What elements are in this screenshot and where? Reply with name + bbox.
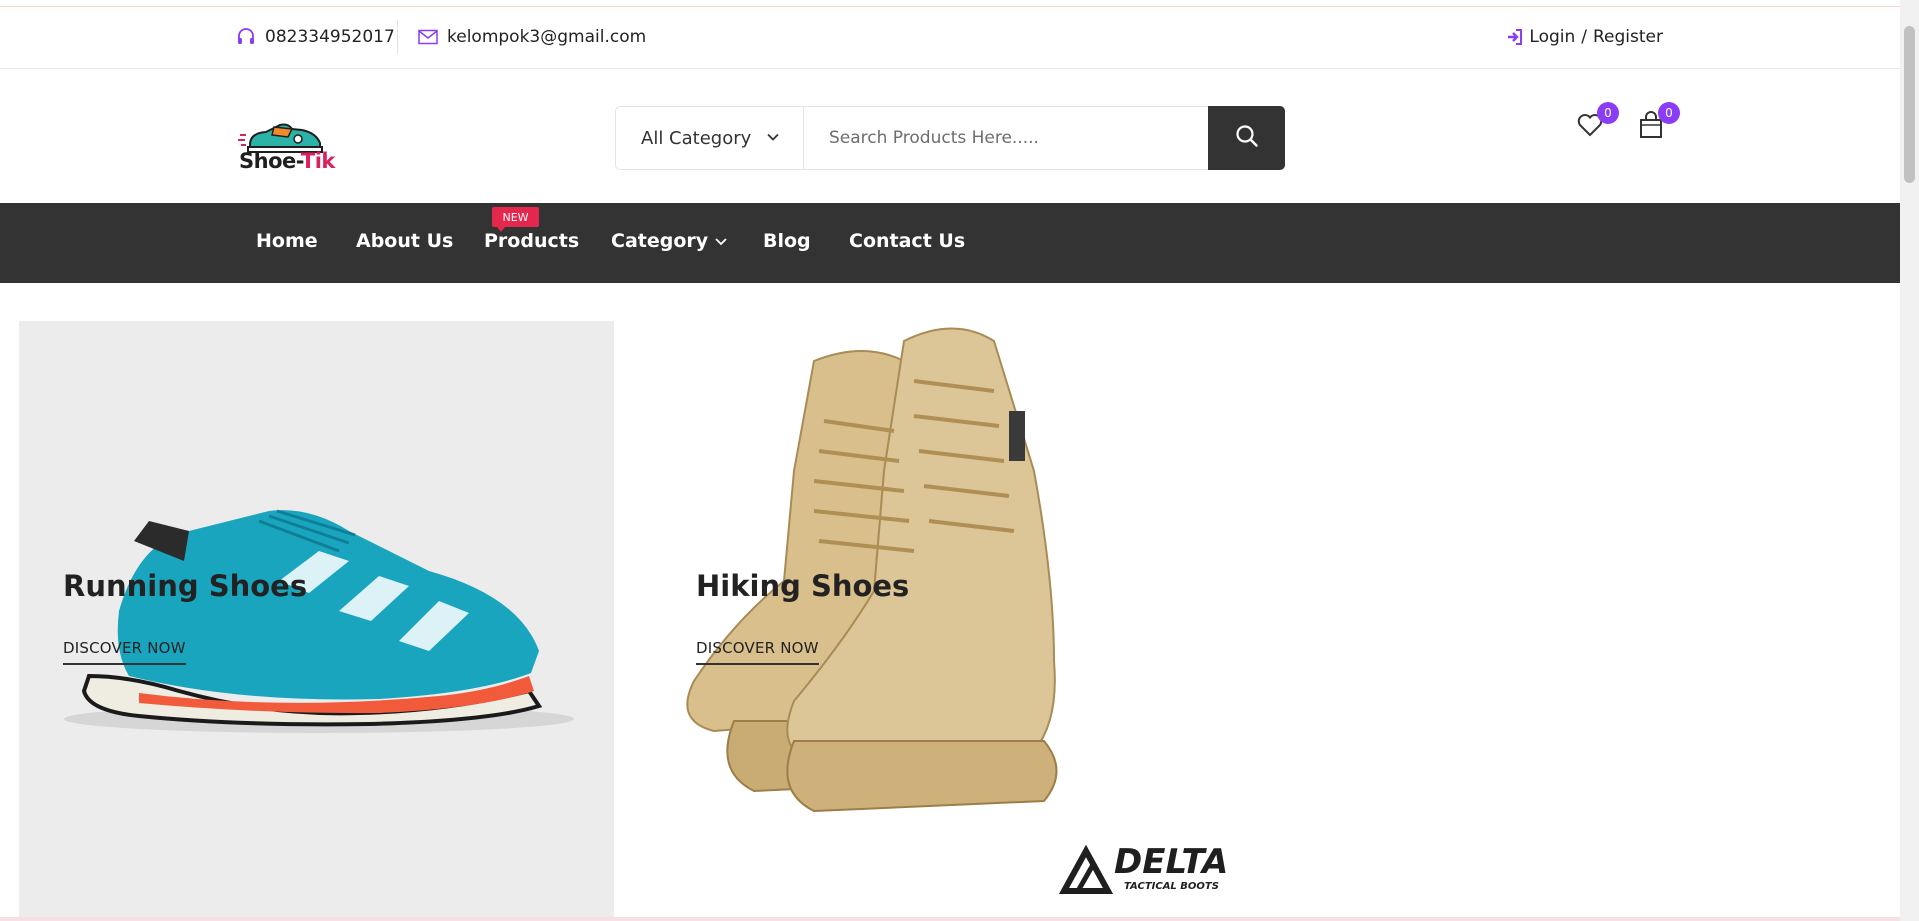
search-input[interactable]: [804, 107, 1208, 169]
header: Shoe-Tik All Category 0 0: [0, 70, 1900, 203]
sign-in-icon: [1505, 27, 1525, 47]
nav-item-home[interactable]: Home: [256, 230, 318, 252]
top-bar: 082334952017 kelompok3@gmail.com Login /…: [0, 8, 1900, 69]
hiking-boot-image: DELTA TACTICAL BOOTS: [686, 327, 1228, 894]
login-link[interactable]: Login: [1529, 27, 1575, 47]
headset-icon: [236, 27, 256, 47]
email-address: kelompok3@gmail.com: [447, 27, 647, 47]
nav-item-products[interactable]: Products: [484, 230, 579, 252]
discover-now-link[interactable]: DISCOVER NOW: [63, 639, 186, 665]
cart-button[interactable]: 0: [1634, 102, 1680, 144]
register-link[interactable]: Register: [1593, 27, 1663, 47]
chevron-down-icon: [714, 234, 728, 248]
top-accent-line: [0, 0, 1900, 7]
login-separator: /: [1581, 27, 1587, 47]
site-logo[interactable]: Shoe-Tik: [236, 115, 340, 175]
category-select[interactable]: All Category: [616, 107, 804, 169]
scrollbar-thumb[interactable]: [1904, 26, 1915, 183]
cart-count-badge: 0: [1658, 102, 1680, 124]
new-badge: NEW: [492, 207, 539, 232]
logo-text: Shoe-Tik: [239, 149, 335, 173]
search-button[interactable]: [1208, 106, 1285, 170]
search-icon: [1235, 124, 1259, 152]
banner-title: Hiking Shoes: [696, 569, 910, 603]
nav-item-category[interactable]: Category: [611, 230, 728, 252]
login-register[interactable]: Login / Register: [1505, 27, 1663, 47]
mail-icon: [418, 27, 438, 47]
nav-item-about-us[interactable]: About Us: [356, 230, 453, 252]
brand-subtext: TACTICAL BOOTS: [1124, 881, 1219, 892]
wishlist-button[interactable]: 0: [1573, 102, 1619, 144]
brand-text: DELTA: [1114, 842, 1228, 882]
divider: [397, 20, 398, 54]
category-select-value: All Category: [641, 127, 752, 149]
banner-hiking-shoes[interactable]: DELTA TACTICAL BOOTS Hiking Shoes DISCOV…: [614, 321, 1900, 921]
phone-number: 082334952017: [265, 27, 395, 47]
wishlist-count-badge: 0: [1597, 102, 1619, 124]
search-bar: All Category: [615, 106, 1285, 170]
email-contact[interactable]: kelompok3@gmail.com: [418, 27, 646, 47]
chevron-down-icon: [765, 129, 781, 150]
bottom-accent-line: [0, 917, 1900, 921]
phone-contact[interactable]: 082334952017: [236, 27, 395, 47]
nav-item-contact-us[interactable]: Contact Us: [849, 230, 965, 252]
discover-now-link[interactable]: DISCOVER NOW: [696, 639, 819, 665]
banner-title: Running Shoes: [63, 569, 308, 603]
running-shoe-image: [64, 509, 574, 733]
main-nav: Home About Us NEW Products Category Blog…: [0, 203, 1900, 283]
page-scrollbar[interactable]: [1900, 0, 1919, 921]
nav-item-blog[interactable]: Blog: [763, 230, 811, 252]
banner-running-shoes[interactable]: Running Shoes DISCOVER NOW: [19, 321, 614, 921]
